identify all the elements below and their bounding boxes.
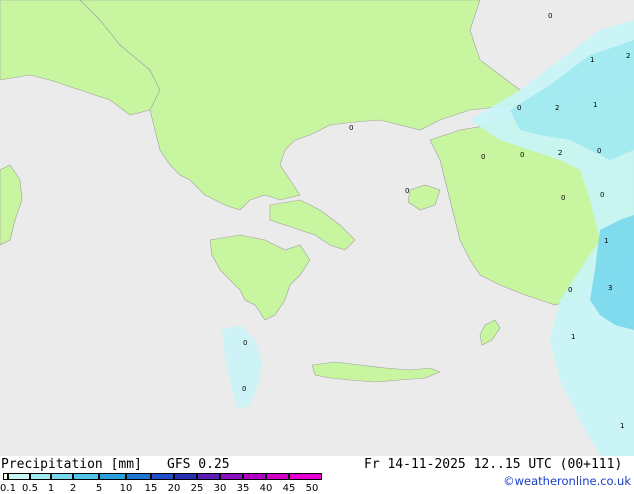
color-scale-tick: 5 [95,483,103,494]
color-scale-tick: 40 [259,483,273,494]
map-footer: Precipitation [mm] GFS 0.25 Fr 14-11-202… [0,456,634,494]
color-scale-tick: 10 [119,483,133,494]
color-scale-tick: 45 [282,483,296,494]
color-scale-segment [30,473,51,480]
precip-label: 2 [555,104,559,112]
precip-label: 2 [558,149,562,157]
color-scale-tick: 0.5 [22,483,38,494]
color-scale-segment [73,473,99,480]
precip-label: 0 [243,339,247,347]
precip-label: 1 [620,422,624,430]
color-scale-tick: 35 [236,483,250,494]
color-scale-tick: 0.1 [0,483,16,494]
color-scale-tick: 20 [167,483,181,494]
color-scale-tick: 15 [144,483,158,494]
precip-label: 0 [405,187,409,195]
precip-label: 0 [548,12,552,20]
model-name: GFS 0.25 [167,457,230,472]
precip-label: 0 [520,151,524,159]
color-scale-segment [289,473,322,480]
color-scale-segment [174,473,197,480]
map-title: Precipitation [mm] [1,457,142,472]
color-scale-segment [126,473,151,480]
color-scale-segment [220,473,243,480]
color-scale-tick: 25 [190,483,204,494]
precip-label: 0 [517,104,521,112]
precip-label: 0 [597,147,601,155]
precip-label: 1 [593,101,597,109]
color-scale-segment [8,473,30,480]
color-scale-segment [197,473,220,480]
precip-label: 0 [568,286,572,294]
precip-label: 0 [561,194,565,202]
precip-label: 3 [608,284,612,292]
color-scale-segment [266,473,289,480]
color-scale-tick: 30 [213,483,227,494]
color-scale-segment [99,473,126,480]
color-scale-segment [243,473,266,480]
color-scale-tick: 50 [305,483,319,494]
precip-label: 0 [481,153,485,161]
credit-link[interactable]: ©weatheronline.co.uk [503,474,631,488]
precip-label: 0 [600,191,604,199]
precip-label: 1 [571,333,575,341]
precip-label: 1 [604,237,608,245]
color-scale-segment [151,473,174,480]
precip-label: 2 [626,52,630,60]
color-scale-tick: 2 [69,483,77,494]
precip-label: 0 [349,124,353,132]
precip-label: 0 [242,385,246,393]
precip-label: 1 [590,56,594,64]
color-scale-segment [51,473,73,480]
precipitation-map: 0 1 2 2 1 0 0 0 2 0 0 0 1 0 3 1 0 0 1 0 … [0,0,634,456]
valid-time: Fr 14-11-2025 12..15 UTC (00+111) [364,457,623,472]
color-scale-tick: 1 [47,483,55,494]
